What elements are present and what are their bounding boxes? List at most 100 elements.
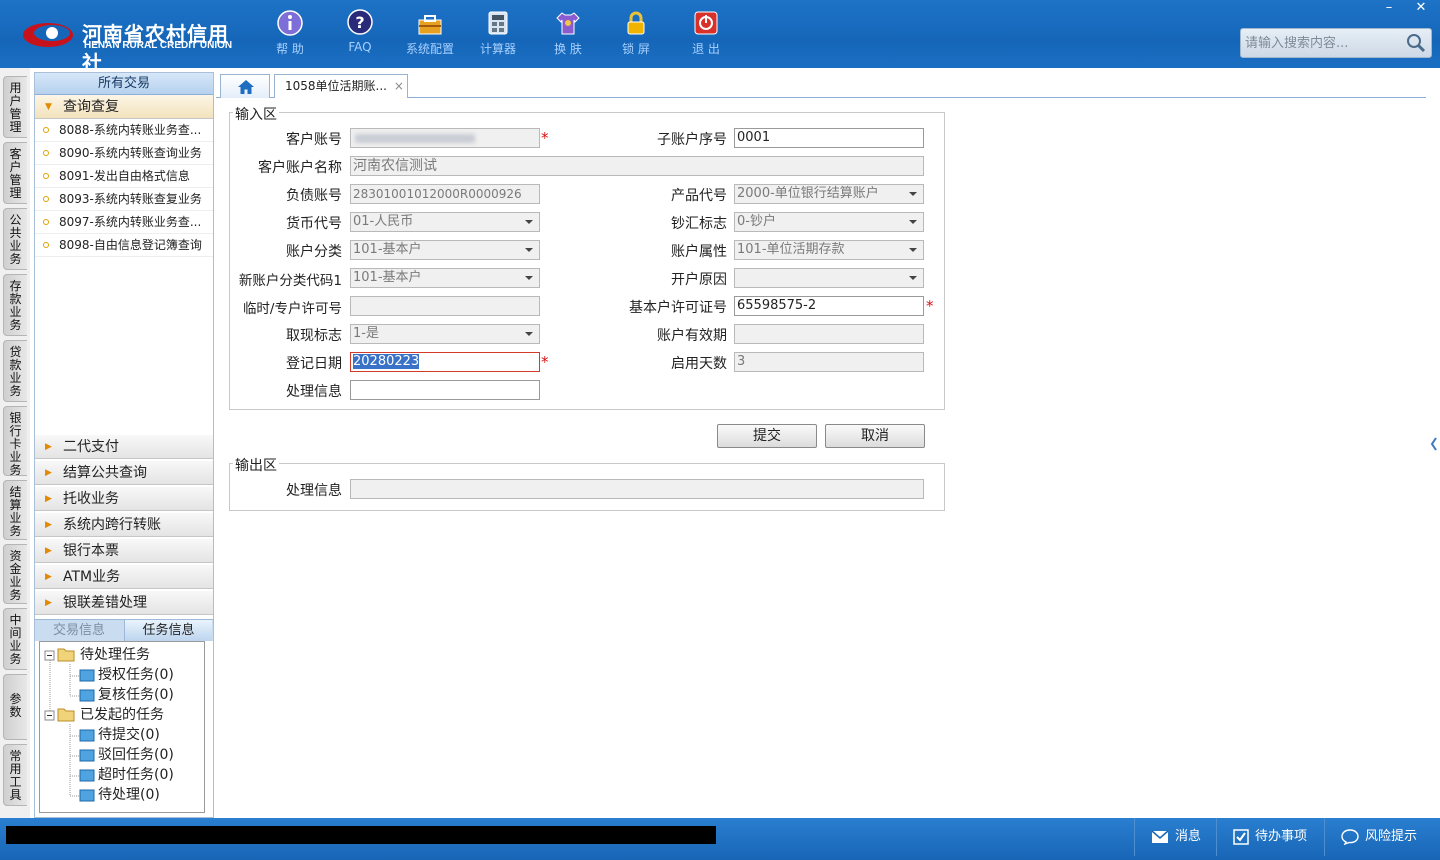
currency-select[interactable]: 01-人民币	[350, 212, 540, 232]
tree-node-initiated[interactable]: 已发起的任务	[80, 705, 164, 725]
acct-attr-select[interactable]: 101-单位活期存款	[734, 240, 924, 260]
tab-transaction-info[interactable]: 交易信息	[35, 620, 123, 641]
txn-item-8098[interactable]: 8098-自由信息登记簿查询	[35, 234, 213, 257]
search-input[interactable]	[1245, 34, 1395, 52]
dropdown-arrow-icon	[909, 248, 917, 252]
required-mark: *	[541, 353, 549, 371]
reg-date-field[interactable]: 20280223	[350, 352, 540, 372]
group-bank-draft[interactable]: ▶ 银行本票	[35, 539, 213, 563]
proc-info-field[interactable]	[350, 380, 540, 400]
close-window-button[interactable]: ✕	[1408, 0, 1434, 18]
dropdown-arrow-icon	[909, 276, 917, 280]
toolbar-skin-button[interactable]: 换 肤	[538, 8, 598, 57]
toolbar-help-button[interactable]: 帮 助	[260, 8, 320, 57]
txn-item-8093[interactable]: 8093-系统内转账查复业务	[35, 188, 213, 211]
reg-date-value: 20280223	[353, 354, 420, 369]
cash-flag-select[interactable]: 0-钞户	[734, 212, 924, 232]
collapsed-arrow-icon: ▶	[45, 520, 52, 530]
vtab-deposit[interactable]: 存款业务	[3, 274, 27, 336]
vtab-intermediary[interactable]: 中间业务	[3, 608, 27, 670]
tree-node-rejected[interactable]: 驳回任务(0)	[98, 745, 174, 765]
tree-node-to-process[interactable]: 待处理(0)	[98, 785, 160, 805]
valid-period-field[interactable]	[734, 324, 924, 344]
toolbar-config-label: 系统配置	[405, 42, 454, 56]
txn-label: 8098-自由信息登记簿查询	[59, 238, 202, 252]
folder-open-icon	[57, 648, 75, 662]
tab-title: 1058单位活期账...	[285, 79, 387, 93]
txn-item-8091[interactable]: 8091-发出自由格式信息	[35, 165, 213, 188]
product-select[interactable]: 2000-单位银行结算账户	[734, 184, 924, 204]
toolbar-exit-button[interactable]: 退 出	[676, 8, 736, 57]
toolbox-icon	[418, 15, 442, 35]
tree-node-auth[interactable]: 授权任务(0)	[98, 665, 174, 685]
submit-button[interactable]: 提交	[717, 424, 817, 448]
withdraw-flag-select[interactable]: 1-是	[350, 324, 540, 344]
tree-node-timeout[interactable]: 超时任务(0)	[98, 765, 174, 785]
open-reason-select[interactable]	[734, 268, 924, 288]
vtab-tools[interactable]: 常用工具	[3, 744, 27, 806]
vtab-loan[interactable]: 贷款业务	[3, 340, 27, 402]
toolbar-exit-label: 退 出	[692, 42, 720, 56]
collapse-handle-icon[interactable]	[1430, 434, 1438, 454]
active-days-field[interactable]: 3	[734, 352, 924, 372]
tab-1058[interactable]: 1058单位活期账... ×	[274, 74, 408, 98]
acct-name-field[interactable]: 河南农信测试	[350, 156, 924, 176]
search-icon[interactable]	[1405, 32, 1427, 54]
txn-item-8097[interactable]: 8097-系统内转账业务查...	[35, 211, 213, 234]
group-atm[interactable]: ▶ ATM业务	[35, 565, 213, 589]
minimize-button[interactable]: –	[1376, 0, 1402, 18]
acct-class-select[interactable]: 101-基本户	[350, 240, 540, 260]
task-tree: 待处理任务 授权任务(0) 复核任务(0) 已发起的任务 待提交(0) 驳回任务…	[39, 641, 205, 813]
group-unionpay-error[interactable]: ▶ 银联差错处理	[35, 591, 213, 615]
txn-item-8088[interactable]: 8088-系统内转账业务查...	[35, 119, 213, 142]
cust-acct-field[interactable]	[350, 128, 540, 148]
txn-item-8090[interactable]: 8090-系统内转账查询业务	[35, 142, 213, 165]
required-mark: *	[926, 297, 934, 315]
tree-node-review[interactable]: 复核任务(0)	[98, 685, 174, 705]
label-active-days: 启用天数	[671, 356, 727, 372]
vtab-settlement[interactable]: 结算业务	[3, 480, 27, 540]
bullet-icon	[43, 150, 49, 156]
group-collection[interactable]: ▶ 托收业务	[35, 487, 213, 511]
toolbar-calculator-button[interactable]: 计算器	[468, 8, 528, 57]
vtab-customer-mgmt[interactable]: 客户管理	[3, 142, 27, 204]
group-second-gen-payment[interactable]: ▶ 二代支付	[35, 435, 213, 459]
label-new-class: 新账户分类代码1	[238, 273, 342, 289]
temp-permit-field[interactable]	[350, 296, 540, 316]
vtab-bank-card[interactable]: 银行卡业务	[3, 406, 27, 477]
footer-todo-button[interactable]: 待办事项	[1216, 818, 1322, 856]
txn-label: 8093-系统内转账查复业务	[59, 192, 202, 206]
toolbar-faq-label: FAQ	[348, 40, 372, 54]
vtab-params[interactable]: 参数	[3, 674, 27, 740]
basic-permit-field[interactable]: 65598575-2	[734, 296, 924, 316]
vtab-user-mgmt[interactable]: 用户管理	[3, 76, 27, 138]
collapsed-arrow-icon: ▶	[45, 598, 52, 608]
shirt-icon	[556, 12, 580, 35]
footer-message-button[interactable]: 消息	[1134, 818, 1214, 856]
toolbar-lock-button[interactable]: 锁 屏	[606, 8, 666, 57]
cancel-button[interactable]: 取消	[825, 424, 925, 448]
sub-acct-field[interactable]: 0001	[734, 128, 924, 148]
group-settlement-query[interactable]: ▶ 结算公共查询	[35, 461, 213, 485]
search-box	[1240, 28, 1432, 58]
vtab-funds[interactable]: 资金业务	[3, 544, 27, 604]
footer-risk-button[interactable]: 风险提示	[1324, 818, 1434, 856]
collapsed-arrow-icon: ▶	[45, 442, 52, 452]
vtab-public-business[interactable]: 公共业务	[3, 208, 27, 270]
out-proc-info-field[interactable]	[350, 479, 924, 499]
document-tabbar: 1058单位活期账... ×	[216, 72, 1426, 98]
tree-node-pending[interactable]: 待处理任务	[80, 645, 150, 665]
group-label: 系统内跨行转账	[63, 517, 161, 533]
tab-task-info[interactable]: 任务信息	[124, 620, 212, 641]
toolbar-config-button[interactable]: 系统配置	[400, 8, 460, 57]
liab-acct-field[interactable]: 28301001012000R0000926	[350, 184, 540, 204]
tree-node-to-submit[interactable]: 待提交(0)	[98, 725, 160, 745]
new-class-select[interactable]: 101-基本户	[350, 268, 540, 288]
tab-close-icon[interactable]: ×	[394, 79, 404, 93]
label-acct-attr: 账户属性	[671, 244, 727, 260]
tab-home[interactable]	[220, 74, 270, 98]
group-interbank-transfer[interactable]: ▶ 系统内跨行转账	[35, 513, 213, 537]
group-query-reply[interactable]: ▼ 查询查复	[35, 95, 213, 119]
output-area-legend: 输出区	[233, 455, 279, 475]
toolbar-faq-button[interactable]: ? FAQ	[330, 8, 390, 54]
